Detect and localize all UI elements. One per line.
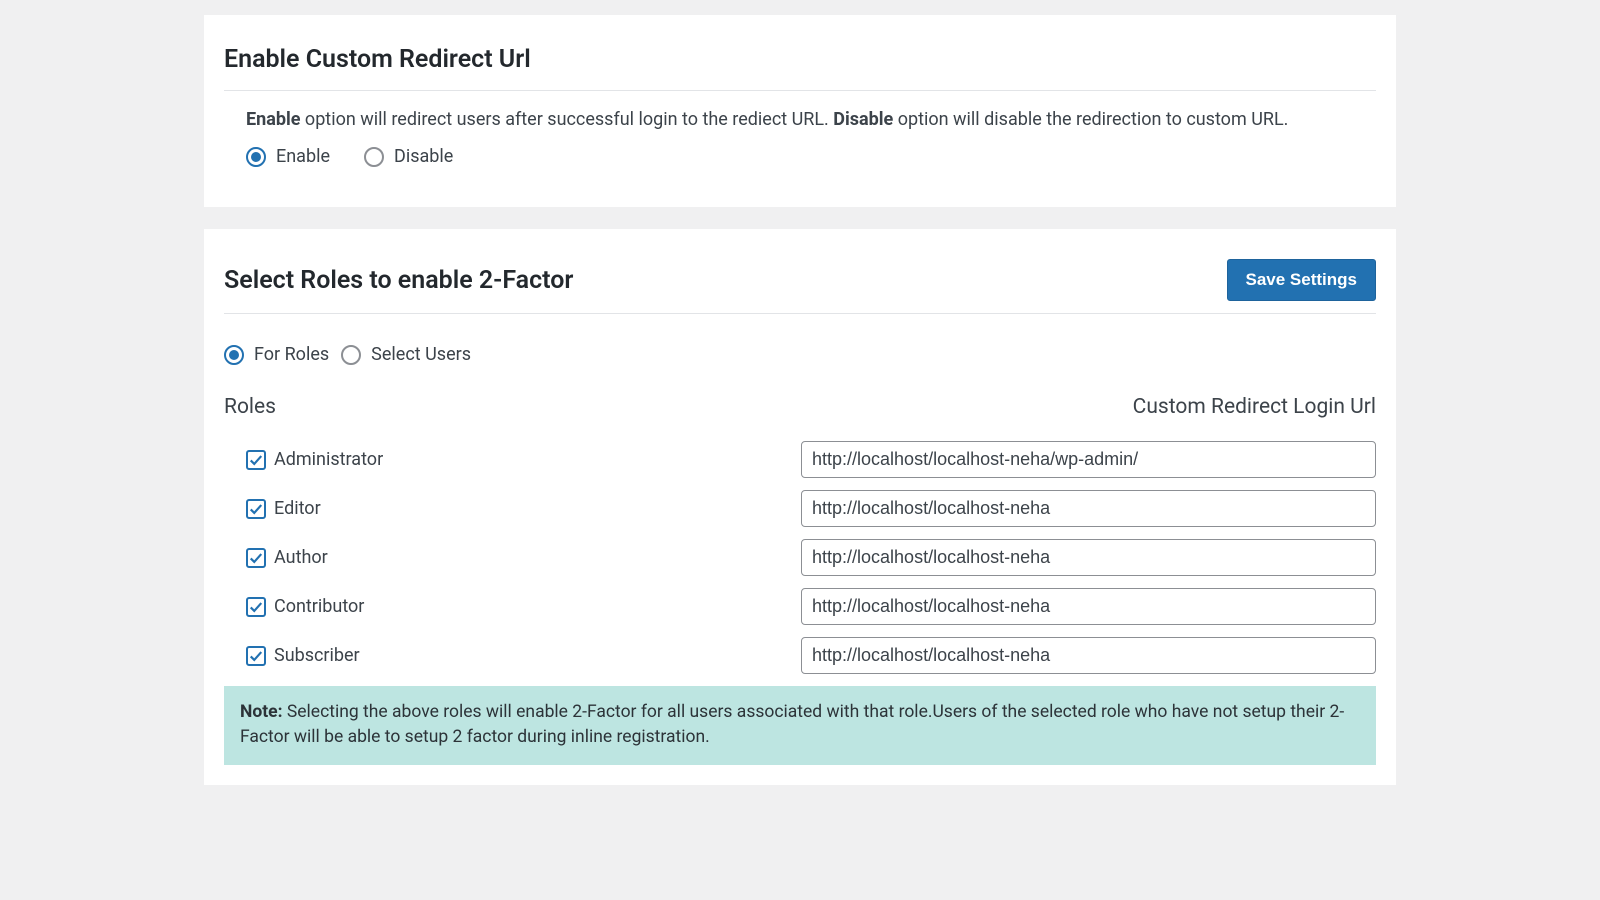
role-row: Subscriber — [246, 637, 1376, 674]
custom-redirect-title: Enable Custom Redirect Url — [224, 45, 1376, 91]
checkmark-icon — [249, 502, 263, 516]
role-label: Administrator — [274, 449, 383, 470]
role-checkbox[interactable] — [246, 597, 266, 617]
disable-radio-label: Disable — [394, 146, 453, 167]
checkmark-icon — [249, 649, 263, 663]
desc-mid: option will redirect users after success… — [300, 109, 833, 130]
radio-unchecked-icon — [364, 147, 384, 167]
for-roles-radio[interactable]: For Roles — [224, 344, 329, 365]
mode-toggle-group: For Roles Select Users — [224, 344, 1376, 365]
custom-redirect-description: Enable option will redirect users after … — [224, 109, 1376, 130]
select-users-radio[interactable]: Select Users — [341, 344, 471, 365]
role-rows: Administrator Editor Author Contributor Subs… — [224, 441, 1376, 674]
role-checkbox[interactable] — [246, 548, 266, 568]
note-box: Note: Selecting the above roles will ena… — [224, 686, 1376, 765]
disable-radio[interactable]: Disable — [364, 146, 453, 167]
redirect-toggle-group: Enable Disable — [224, 146, 1376, 167]
desc-end: option will disable the redirection to c… — [893, 109, 1288, 130]
redirect-url-input[interactable] — [801, 588, 1376, 625]
role-row: Editor — [246, 490, 1376, 527]
role-checkbox[interactable] — [246, 646, 266, 666]
role-checkbox[interactable] — [246, 499, 266, 519]
roles-2fa-panel: Select Roles to enable 2-Factor Save Set… — [204, 229, 1396, 785]
save-settings-button[interactable]: Save Settings — [1227, 259, 1377, 301]
note-label: Note: — [240, 702, 283, 722]
for-roles-label: For Roles — [254, 344, 329, 365]
role-row: Author — [246, 539, 1376, 576]
role-label: Contributor — [274, 596, 364, 617]
role-row: Contributor — [246, 588, 1376, 625]
role-checkbox[interactable] — [246, 450, 266, 470]
columns-header: Roles Custom Redirect Login Url — [224, 395, 1376, 419]
enable-radio-label: Enable — [276, 146, 330, 167]
roles-column-header: Roles — [224, 395, 276, 419]
redirect-url-input[interactable] — [801, 490, 1376, 527]
url-column-header: Custom Redirect Login Url — [1133, 395, 1376, 419]
redirect-url-input[interactable] — [801, 441, 1376, 478]
role-label: Author — [274, 547, 328, 568]
checkmark-icon — [249, 453, 263, 467]
checkmark-icon — [249, 551, 263, 565]
enable-radio[interactable]: Enable — [246, 146, 330, 167]
radio-checked-icon — [224, 345, 244, 365]
checkmark-icon — [249, 600, 263, 614]
desc-enable-word: Enable — [246, 109, 300, 130]
role-row: Administrator — [246, 441, 1376, 478]
radio-checked-icon — [246, 147, 266, 167]
radio-unchecked-icon — [341, 345, 361, 365]
redirect-url-input[interactable] — [801, 539, 1376, 576]
select-users-label: Select Users — [371, 344, 471, 365]
custom-redirect-panel: Enable Custom Redirect Url Enable option… — [204, 15, 1396, 207]
redirect-url-input[interactable] — [801, 637, 1376, 674]
note-text: Selecting the above roles will enable 2-… — [240, 702, 1344, 747]
desc-disable-word: Disable — [833, 109, 893, 130]
role-label: Editor — [274, 498, 321, 519]
role-label: Subscriber — [274, 645, 360, 666]
roles-2fa-title: Select Roles to enable 2-Factor — [224, 266, 573, 295]
